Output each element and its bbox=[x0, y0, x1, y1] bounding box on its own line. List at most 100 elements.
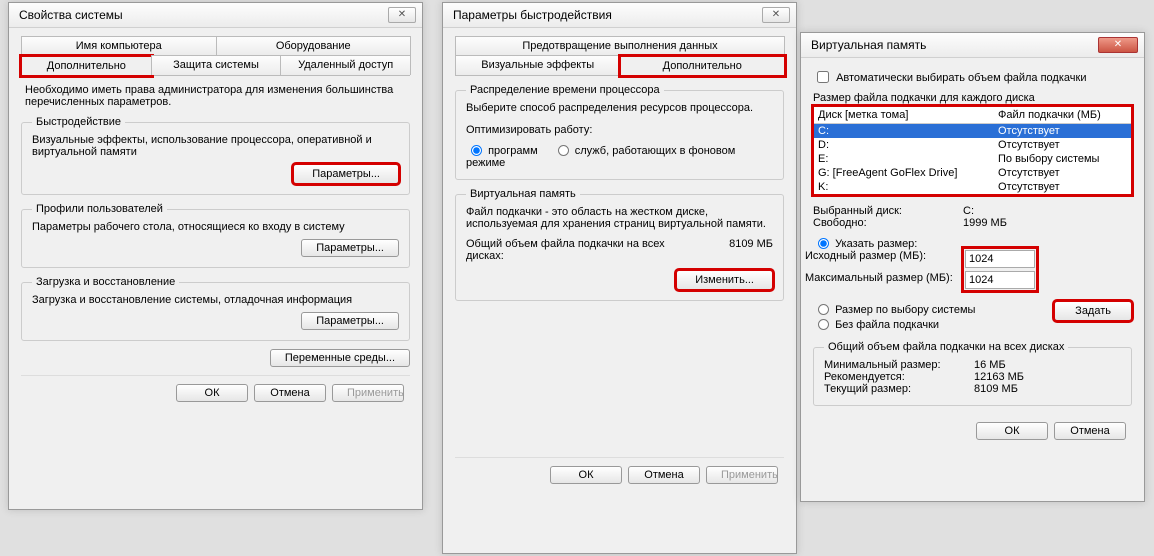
drive-row[interactable]: C:Отсутствует bbox=[814, 124, 1131, 138]
vm-total-label: Общий объем файла подкачки на всех диска… bbox=[466, 238, 666, 262]
scheduling-group: Распределение времени процессора Выберит… bbox=[455, 84, 784, 180]
tab-visual-effects[interactable]: Визуальные эффекты bbox=[455, 55, 621, 75]
drive-list-header: Диск [метка тома] Файл подкачки (МБ) bbox=[814, 107, 1131, 124]
profiles-settings-button[interactable]: Параметры... bbox=[301, 239, 399, 257]
close-icon[interactable]: ✕ bbox=[1098, 37, 1138, 53]
initial-size-input[interactable] bbox=[965, 250, 1035, 268]
performance-group: Быстродействие Визуальные эффекты, испол… bbox=[21, 116, 410, 195]
performance-options-window: Параметры быстродействия ✕ Предотвращени… bbox=[442, 2, 797, 554]
radio-none-text: Без файла подкачки bbox=[835, 319, 939, 331]
tab-advanced[interactable]: Дополнительно bbox=[620, 56, 786, 76]
drive-pagefile: Отсутствует bbox=[998, 139, 1127, 151]
tab-remote[interactable]: Удаленный доступ bbox=[280, 55, 411, 75]
drive-row[interactable]: K:Отсутствует bbox=[814, 180, 1131, 194]
tab-computer-name[interactable]: Имя компьютера bbox=[21, 36, 217, 55]
apply-button[interactable]: Применить bbox=[706, 466, 778, 484]
radio-custom-size[interactable] bbox=[818, 238, 829, 249]
min-size-label: Минимальный размер: bbox=[824, 359, 974, 371]
startup-settings-button[interactable]: Параметры... bbox=[301, 312, 399, 330]
radio-none-label[interactable]: Без файла подкачки bbox=[813, 319, 939, 331]
radio-system-label[interactable]: Размер по выбору системы bbox=[813, 304, 975, 316]
apply-button[interactable]: Применить bbox=[332, 384, 404, 402]
auto-manage-text: Автоматически выбирать объем файла подка… bbox=[836, 72, 1086, 84]
min-size-value: 16 МБ bbox=[974, 359, 1006, 371]
tab-system-protection[interactable]: Защита системы bbox=[151, 55, 282, 75]
ok-button[interactable]: ОК bbox=[550, 466, 622, 484]
optimize-label: Оптимизировать работу: bbox=[466, 124, 773, 136]
radio-custom-text: Указать размер: bbox=[835, 238, 917, 250]
ok-button[interactable]: ОК bbox=[976, 422, 1048, 440]
col-pagefile: Файл подкачки (МБ) bbox=[994, 107, 1131, 123]
vm-total-value: 8109 МБ bbox=[729, 238, 773, 262]
total-pagefile-legend: Общий объем файла подкачки на всех диска… bbox=[824, 341, 1068, 353]
performance-text: Визуальные эффекты, использование процес… bbox=[32, 134, 399, 158]
vm-change-button[interactable]: Изменить... bbox=[676, 270, 773, 290]
maximum-size-input[interactable] bbox=[965, 271, 1035, 289]
drive-pagefile: Отсутствует bbox=[998, 167, 1127, 179]
radio-programs-label[interactable]: программ bbox=[466, 145, 541, 157]
close-icon[interactable]: ✕ bbox=[388, 7, 416, 23]
col-drive: Диск [метка тома] bbox=[814, 107, 994, 123]
radio-no-pagefile[interactable] bbox=[818, 319, 829, 330]
drive-letter: D: bbox=[818, 139, 998, 151]
drive-list[interactable]: Диск [метка тома] Файл подкачки (МБ) C:О… bbox=[813, 106, 1132, 195]
scheduling-legend: Распределение времени процессора bbox=[466, 84, 664, 96]
drive-letter: K: bbox=[818, 181, 998, 193]
titlebar: Свойства системы ✕ bbox=[9, 3, 422, 28]
window-title: Виртуальная память bbox=[811, 38, 926, 52]
profiles-text: Параметры рабочего стола, относящиеся ко… bbox=[32, 221, 399, 233]
drive-letter: G: [FreeAgent GoFlex Drive] bbox=[818, 167, 998, 179]
performance-settings-button[interactable]: Параметры... bbox=[293, 164, 399, 184]
drive-row[interactable]: G: [FreeAgent GoFlex Drive]Отсутствует bbox=[814, 166, 1131, 180]
auto-manage-checkbox[interactable] bbox=[817, 71, 829, 83]
drive-pagefile: Отсутствует bbox=[998, 125, 1127, 137]
radio-system-managed[interactable] bbox=[818, 304, 829, 315]
profiles-legend: Профили пользователей bbox=[32, 203, 167, 215]
drive-size-label: Размер файла подкачки для каждого диска bbox=[813, 92, 1132, 104]
set-button[interactable]: Задать bbox=[1054, 301, 1132, 321]
cancel-button[interactable]: Отмена bbox=[1054, 422, 1126, 440]
drive-letter: C: bbox=[818, 125, 998, 137]
tab-advanced[interactable]: Дополнительно bbox=[21, 56, 152, 76]
drive-row[interactable]: E:По выбору системы bbox=[814, 152, 1131, 166]
radio-services[interactable] bbox=[558, 145, 569, 156]
environment-variables-button[interactable]: Переменные среды... bbox=[270, 349, 410, 367]
titlebar: Виртуальная память ✕ bbox=[801, 33, 1144, 58]
startup-group: Загрузка и восстановление Загрузка и вос… bbox=[21, 276, 410, 341]
auto-manage-checkbox-label[interactable]: Автоматически выбирать объем файла подка… bbox=[813, 72, 1086, 84]
selected-drive-value: C: bbox=[963, 205, 974, 217]
tab-dep[interactable]: Предотвращение выполнения данных bbox=[455, 36, 785, 55]
total-pagefile-group: Общий объем файла подкачки на всех диска… bbox=[813, 341, 1132, 406]
profiles-group: Профили пользователей Параметры рабочего… bbox=[21, 203, 410, 268]
radio-programs-text: программ bbox=[488, 145, 538, 157]
virtual-memory-group: Виртуальная память Файл подкачки - это о… bbox=[455, 188, 784, 301]
titlebar: Параметры быстродействия ✕ bbox=[443, 3, 796, 28]
cancel-button[interactable]: Отмена bbox=[254, 384, 326, 402]
system-properties-window: Свойства системы ✕ Имя компьютера Оборуд… bbox=[8, 2, 423, 510]
current-size-value: 8109 МБ bbox=[974, 383, 1018, 395]
scheduling-text: Выберите способ распределения ресурсов п… bbox=[466, 102, 773, 114]
recommended-label: Рекомендуется: bbox=[824, 371, 974, 383]
free-space-value: 1999 МБ bbox=[963, 217, 1007, 229]
window-title: Свойства системы bbox=[19, 8, 123, 22]
drive-pagefile: По выбору системы bbox=[998, 153, 1127, 165]
tab-hardware[interactable]: Оборудование bbox=[216, 36, 412, 55]
current-size-label: Текущий размер: bbox=[824, 383, 974, 395]
drive-letter: E: bbox=[818, 153, 998, 165]
ok-button[interactable]: ОК bbox=[176, 384, 248, 402]
selected-drive-label: Выбранный диск: bbox=[813, 205, 963, 217]
close-icon[interactable]: ✕ bbox=[762, 7, 790, 23]
virtual-memory-window: Виртуальная память ✕ Автоматически выбир… bbox=[800, 32, 1145, 502]
cancel-button[interactable]: Отмена bbox=[628, 466, 700, 484]
radio-system-text: Размер по выбору системы bbox=[835, 304, 975, 316]
virtual-memory-text: Файл подкачки - это область на жестком д… bbox=[466, 206, 773, 230]
recommended-value: 12163 МБ bbox=[974, 371, 1024, 383]
initial-size-label: Исходный размер (МБ): bbox=[805, 250, 961, 262]
virtual-memory-legend: Виртуальная память bbox=[466, 188, 580, 200]
radio-programs[interactable] bbox=[471, 145, 482, 156]
maximum-size-label: Максимальный размер (МБ): bbox=[805, 272, 961, 284]
drive-row[interactable]: D:Отсутствует bbox=[814, 138, 1131, 152]
drive-pagefile: Отсутствует bbox=[998, 181, 1127, 193]
performance-legend: Быстродействие bbox=[32, 116, 125, 128]
radio-custom-label[interactable]: Указать размер: bbox=[813, 238, 917, 250]
